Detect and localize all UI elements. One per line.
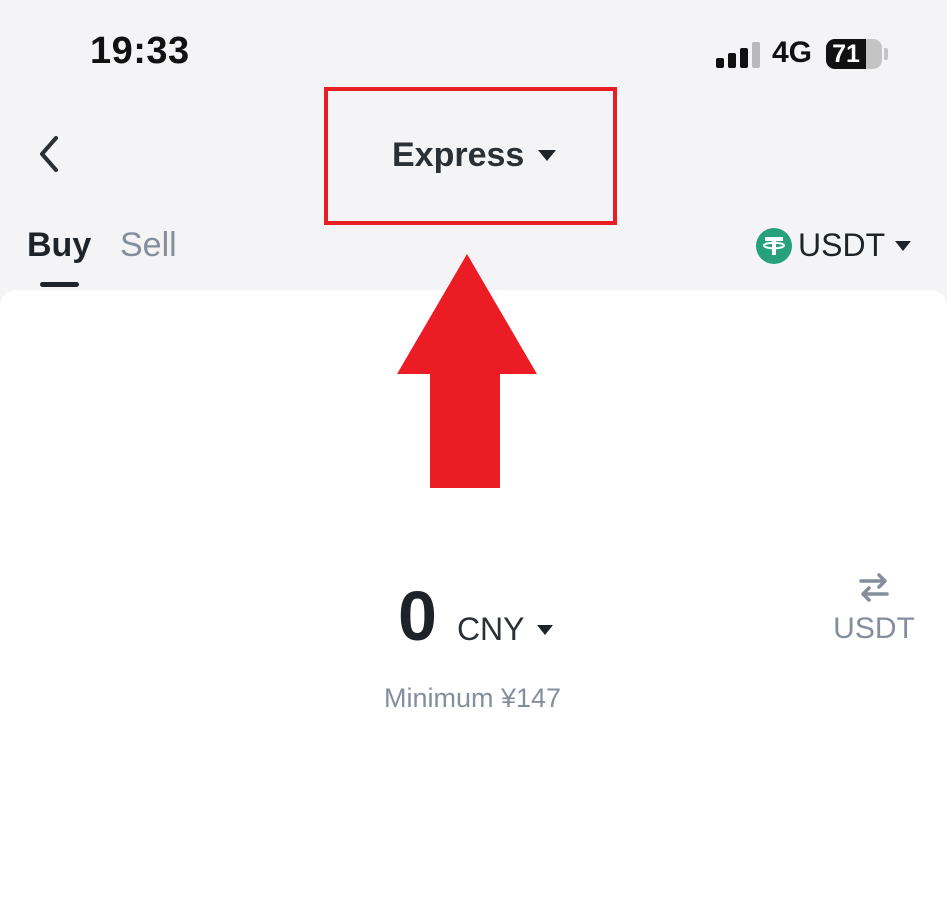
caret-down-icon bbox=[536, 624, 553, 635]
swap-arrows-icon bbox=[859, 573, 889, 602]
status-time: 19:33 bbox=[90, 30, 190, 72]
battery-icon: 71 bbox=[826, 39, 882, 69]
chevron-left-icon bbox=[40, 136, 58, 172]
asset-selector[interactable]: USDT bbox=[756, 227, 912, 264]
currency-label: CNY bbox=[456, 611, 525, 647]
back-button[interactable] bbox=[32, 132, 68, 176]
amount-input[interactable]: 0 bbox=[398, 576, 437, 656]
network-type: 4G bbox=[772, 36, 813, 69]
tab-buy[interactable]: Buy bbox=[27, 226, 91, 265]
battery-tip bbox=[884, 48, 888, 60]
switch-currency-button[interactable]: USDT bbox=[828, 570, 920, 652]
battery-percentage: 71 bbox=[832, 40, 860, 68]
tab-sell[interactable]: Sell bbox=[120, 226, 177, 265]
currency-selector[interactable]: CNY bbox=[457, 611, 553, 648]
switch-currency-label: USDT bbox=[833, 612, 915, 645]
signal-strength-icon bbox=[716, 42, 762, 68]
amount-row: 0 CNY bbox=[398, 576, 553, 656]
asset-label: USDT bbox=[798, 227, 886, 263]
tether-icon bbox=[756, 227, 792, 264]
up-arrow-icon bbox=[397, 254, 537, 488]
active-tab-indicator bbox=[40, 282, 79, 287]
caret-down-icon bbox=[895, 240, 912, 251]
minimum-amount-hint: Minimum ¥147 bbox=[384, 683, 562, 713]
highlight-box bbox=[324, 87, 617, 225]
